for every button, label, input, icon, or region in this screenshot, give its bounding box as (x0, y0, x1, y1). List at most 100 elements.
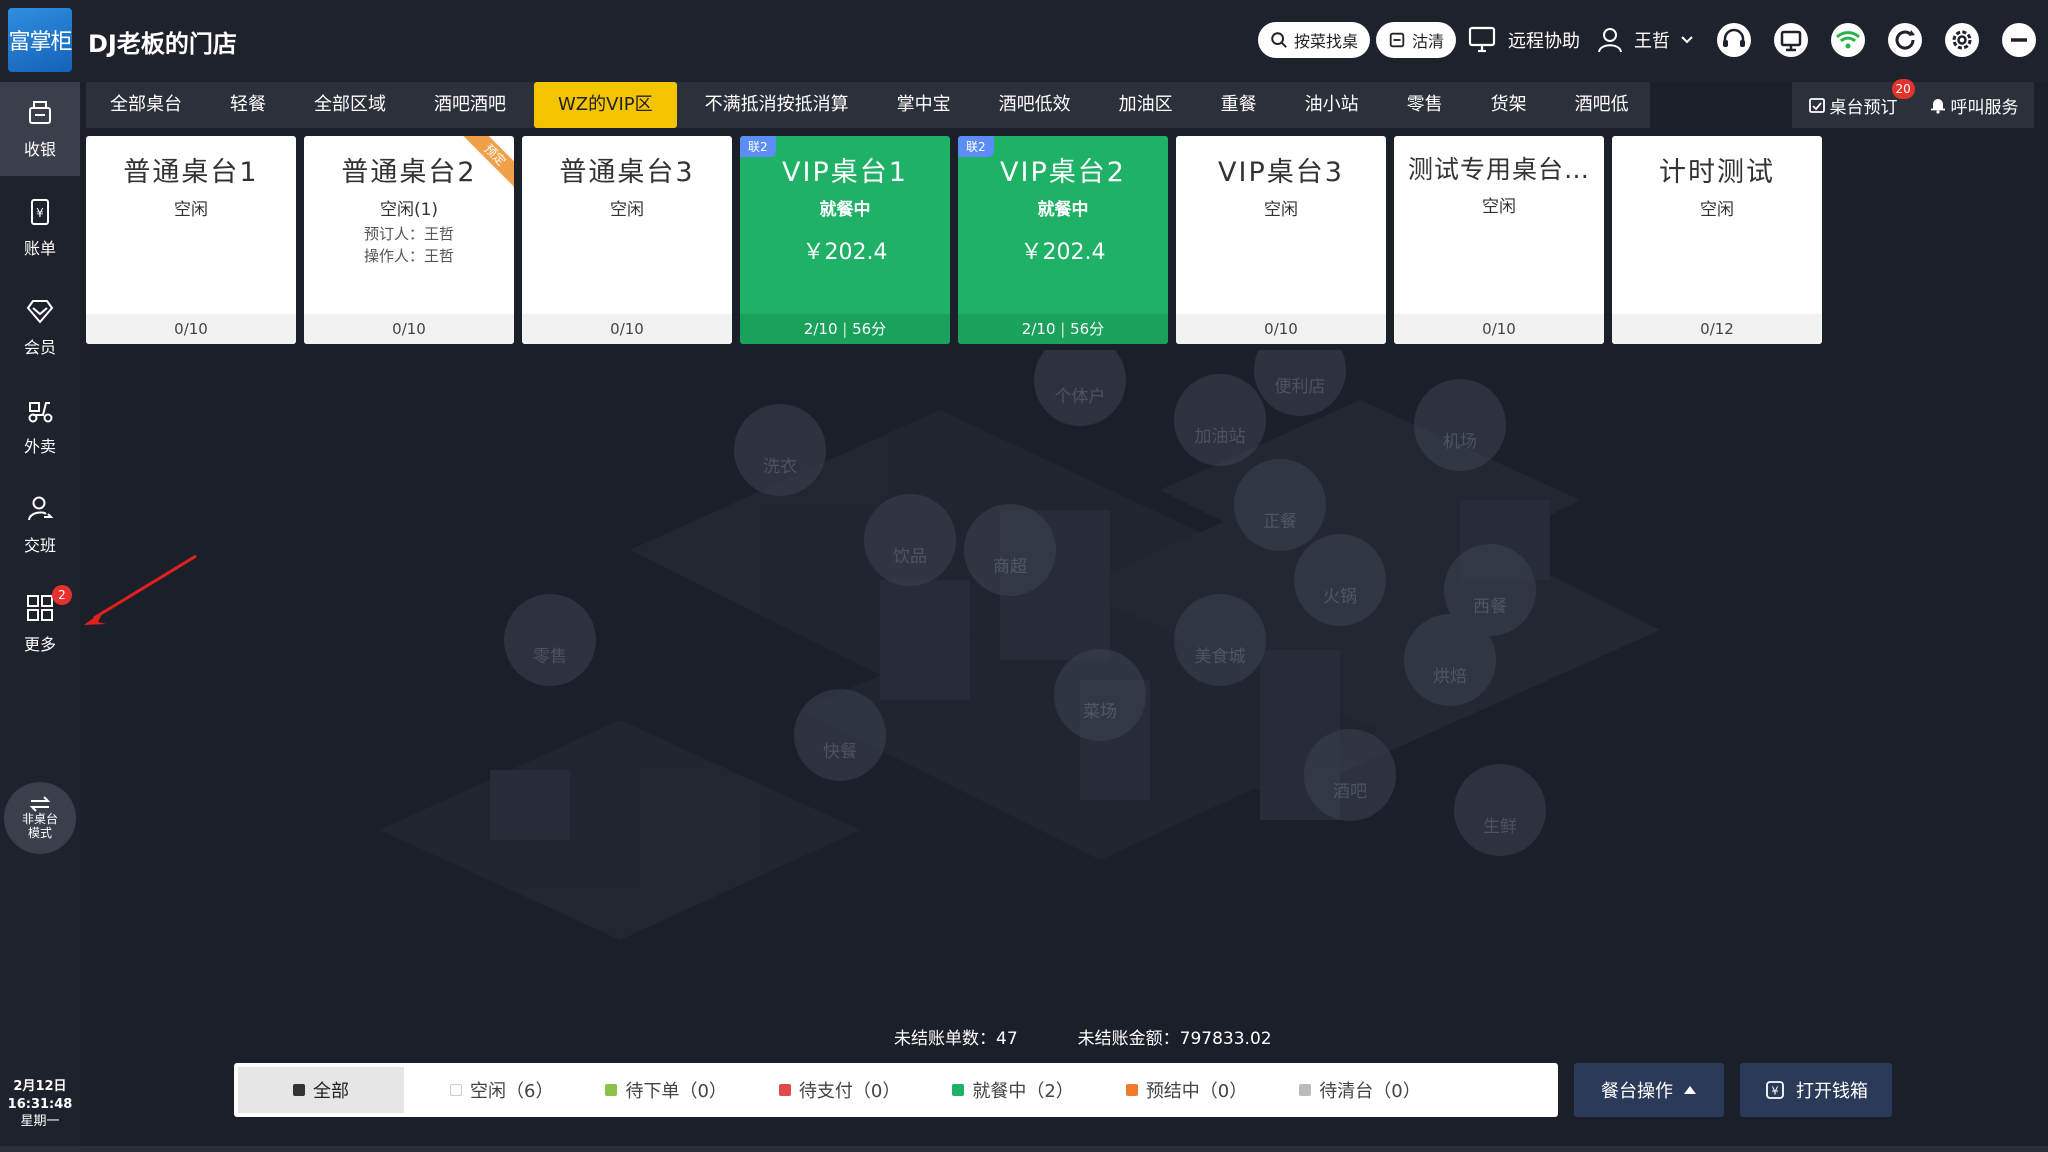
tab-bar-low[interactable]: 酒吧低效 (975, 82, 1095, 128)
filter-label: 待支付（0） (798, 1081, 901, 1102)
unsettled-count: 未结账单数：47 (894, 1024, 1018, 1049)
bill-icon: ¥ (31, 199, 49, 225)
chevron-down-icon (1681, 36, 1693, 44)
horizontal-scrollbar[interactable] (0, 1146, 2048, 1152)
table-foot: 2/10 | 56分 (740, 314, 950, 344)
store-name: DJ老板的门店 (88, 30, 237, 58)
city-pin: 菜场 (1054, 649, 1146, 741)
tab-wz-vip[interactable]: WZ的VIP区 (534, 82, 677, 128)
city-pin-label: 西餐 (1473, 597, 1507, 617)
city-pin-label: 生鲜 (1483, 817, 1517, 837)
sidebar-item-bills[interactable]: ¥ 账单 (0, 181, 80, 275)
table-name: 测试专用桌台… (1407, 155, 1590, 184)
call-service-label: 呼叫服务 (1950, 97, 2019, 118)
minimize-icon[interactable] (1999, 20, 2039, 60)
tab-fuel-area[interactable]: 加油区 (1095, 82, 1197, 128)
unsettled-count-value: 47 (996, 1029, 1018, 1049)
city-pin-icon (504, 594, 596, 686)
tab-retail[interactable]: 零售 (1383, 82, 1467, 128)
remote-help-button[interactable]: 远程协助 (1468, 26, 1580, 54)
sidebar-item-label: 外卖 (23, 437, 56, 456)
table-card[interactable]: 普通桌台1 空闲 0/10 (86, 136, 296, 344)
city-pin-label: 加油站 (1195, 427, 1246, 447)
table-card[interactable]: 普通桌台3 空闲 0/10 (522, 136, 732, 344)
top-bar: 富掌柜 DJ老板的门店 按菜找桌 沽清 远程协助 王哲 (0, 0, 2048, 82)
tab-all-tables[interactable]: 全部桌台 (86, 82, 206, 128)
city-pin-label: 零售 (533, 647, 567, 667)
weekday-text: 星期一 (20, 1114, 60, 1130)
table-seats: 0/10 (304, 314, 514, 344)
table-card[interactable]: 联2 VIP桌台2 就餐中 ￥202.4 2/10 | 56分 (958, 136, 1168, 344)
table-amount: ￥202.4 (1020, 240, 1106, 265)
sidebar-item-more[interactable]: 更多 2 (0, 577, 80, 671)
refresh-icon[interactable] (1885, 20, 1925, 60)
join-tag: 联2 (958, 136, 994, 157)
search-table-by-dish-button[interactable]: 按菜找桌 (1258, 22, 1371, 58)
tab-all-areas[interactable]: 全部区域 (290, 82, 410, 128)
city-pin: 洗衣 (734, 404, 826, 496)
sidebar-item-label: 会员 (23, 338, 56, 357)
table-card[interactable]: VIP桌台3 空闲 0/10 (1176, 136, 1386, 344)
clipboard-icon (1389, 32, 1405, 48)
table-seats: 0/10 (1176, 314, 1386, 344)
tab-offset[interactable]: 不满抵消按抵消算 (681, 82, 873, 128)
sidebar-item-members[interactable]: 会员 (0, 280, 80, 374)
tab-heavy-meal[interactable]: 重餐 (1197, 82, 1281, 128)
tab-shelf[interactable]: 货架 (1467, 82, 1551, 128)
app-logo: 富掌柜 (8, 8, 73, 72)
filter-label: 就餐中（2） (972, 1081, 1074, 1102)
table-reservation-button[interactable]: 桌台预订 20 (1808, 78, 1915, 118)
city-pin-label: 火锅 (1323, 587, 1357, 607)
tab-oil-station[interactable]: 油小站 (1281, 82, 1383, 128)
svg-text:¥: ¥ (1772, 1085, 1779, 1098)
call-service-button[interactable]: 呼叫服务 (1929, 93, 2019, 118)
settings-icon[interactable] (1942, 20, 1982, 60)
table-status: 就餐中 (1037, 200, 1089, 220)
city-pin-icon (1454, 764, 1546, 856)
non-table-mode-button[interactable]: 非桌台 模式 (4, 782, 76, 854)
filter-all[interactable]: 全部 (238, 1067, 404, 1113)
cash-drawer-icon: ¥ (1766, 1081, 1784, 1099)
tab-zhangzhongbao[interactable]: 掌中宝 (873, 82, 975, 128)
grid-icon (27, 595, 53, 621)
display-icon[interactable] (1771, 20, 1811, 60)
unsettled-amount-value: 797833.02 (1179, 1029, 1272, 1049)
table-ops-button[interactable]: 餐台操作 (1574, 1063, 1724, 1117)
sidebar-item-takeout[interactable]: 外卖 (0, 379, 80, 473)
filter-idle[interactable]: 空闲（6） (426, 1067, 577, 1113)
tab-bar-low-2[interactable]: 酒吧低 (1551, 82, 1650, 128)
filter-pending-clean[interactable]: 待清台（0） (1275, 1067, 1444, 1113)
city-pin: 饮品 (864, 494, 956, 586)
table-status: 空闲 (1264, 200, 1298, 220)
table-card[interactable]: 计时测试 空闲 0/12 (1612, 136, 1822, 344)
city-pin-label: 饮品 (893, 547, 927, 567)
bell-icon (1930, 99, 1945, 114)
sidebar-item-cashier[interactable]: 收银 (0, 82, 80, 176)
wifi-icon[interactable] (1828, 20, 1868, 60)
user-menu[interactable]: 王哲 (1596, 26, 1694, 54)
date-time: 2月12日 16:31:48 星期一 (0, 1078, 80, 1131)
table-status: 空闲 (1482, 197, 1516, 217)
table-card[interactable]: 测试专用桌台… 空闲 0/10 (1394, 136, 1604, 344)
tab-light-meal[interactable]: 轻餐 (206, 82, 290, 128)
sidebar-item-shift[interactable]: 交班 (0, 478, 80, 572)
sold-out-button[interactable]: 沽清 (1376, 22, 1457, 58)
tab-bar[interactable]: 酒吧酒吧 (410, 82, 530, 128)
monitor-icon (1468, 26, 1496, 53)
filter-pending-order[interactable]: 待下单（0） (581, 1067, 750, 1113)
filter-dining[interactable]: 就餐中（2） (928, 1067, 1097, 1113)
city-pin-label: 商超 (993, 557, 1027, 577)
filter-pending-pay[interactable]: 待支付（0） (755, 1067, 924, 1113)
table-card[interactable]: 联2 VIP桌台1 就餐中 ￥202.4 2/10 | 56分 (740, 136, 950, 344)
city-pin: 美食城 (1174, 594, 1266, 686)
more-badge: 2 (52, 585, 72, 605)
unsettled-amount: 未结账金额：797833.02 (1078, 1024, 1272, 1049)
table-amount: ￥202.4 (802, 240, 888, 265)
support-icon[interactable] (1714, 20, 1754, 60)
open-cash-drawer-button[interactable]: ¥ 打开钱箱 (1740, 1063, 1892, 1117)
table-card[interactable]: 预定 普通桌台2 空闲(1) 预订人：王哲 操作人：王哲 0/10 (304, 136, 514, 344)
sidebar: 收银 ¥ 账单 会员 外卖 交班 更多 2 非桌台 模式 2月12日 16:31… (0, 82, 197, 1152)
table-status: 空闲 (610, 200, 644, 220)
table-seats: 2/10 (803, 320, 838, 338)
filter-pre-settle[interactable]: 预结中（0） (1102, 1067, 1271, 1113)
